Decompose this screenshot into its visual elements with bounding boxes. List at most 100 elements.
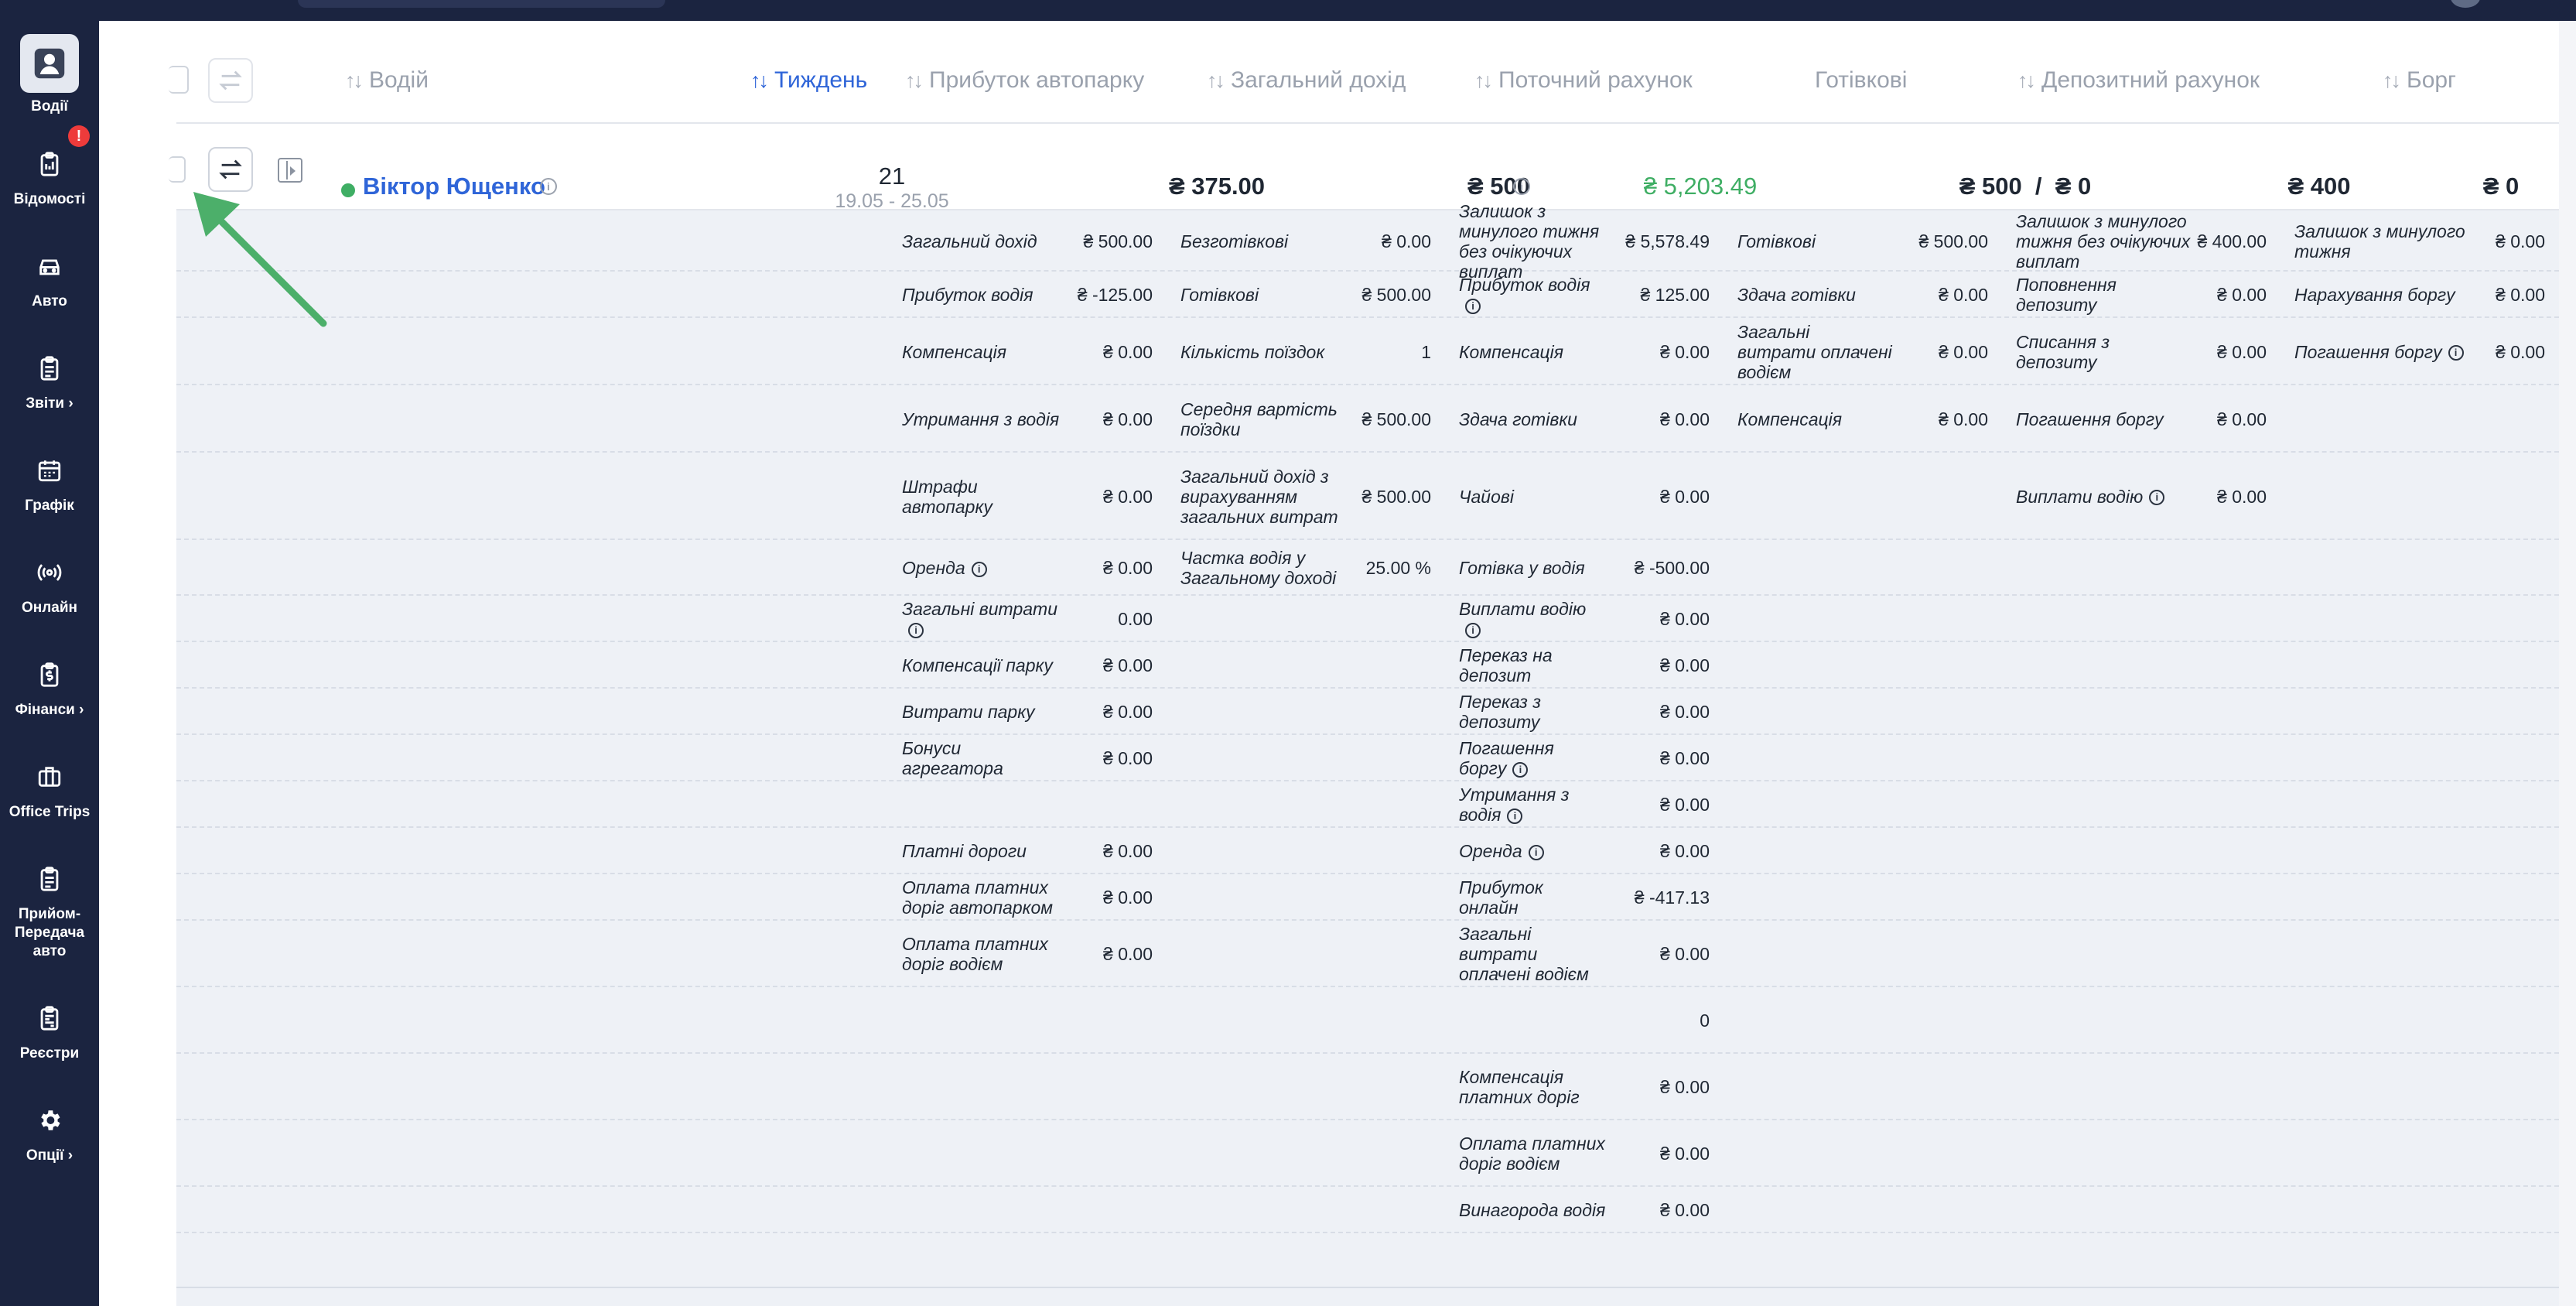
detail-value: 1 [1421, 341, 1431, 362]
column-header-debt[interactable]: ↑↓ Борг [2383, 67, 2456, 94]
swap-button-header[interactable] [208, 58, 253, 103]
scroll-edge [2559, 21, 2576, 1306]
column-header-cash: Готівкові [1815, 67, 1908, 93]
detail-label: Бонуси агрегатора [902, 738, 1003, 778]
sidebar-item-label: Прийом-Передача авто [14, 906, 85, 959]
sidebar-item-label: Office Trips [9, 804, 91, 820]
info-icon[interactable]: i [1513, 178, 1530, 195]
current-account-value: ₴ 5,203.49 [1643, 173, 1758, 200]
finance-icon [34, 659, 65, 690]
detail-label: Готівкові [1180, 285, 1259, 305]
detail-value: ₴ 0.00 [1103, 655, 1153, 675]
sort-icon: ↑↓ [750, 68, 769, 92]
detail-label: Винагорода водія [1459, 1200, 1606, 1220]
sidebar-item-options[interactable]: Опції › [0, 1105, 99, 1165]
column-header-total-income[interactable]: ↑↓ Загальний дохід [1207, 67, 1406, 94]
sidebar-item-drivers[interactable]: Водії [0, 34, 99, 116]
detail-value: ₴ 0.00 [1103, 944, 1153, 964]
deposit-account-value: ₴ 400 [2287, 173, 2351, 200]
detail-value: ₴ 0.00 [1660, 609, 1710, 629]
detail-row [176, 828, 2559, 874]
detail-label: Витрати парку [902, 702, 1035, 722]
search-bar[interactable] [298, 0, 665, 8]
info-icon[interactable]: i [1512, 761, 1529, 778]
sort-icon: ↑↓ [345, 68, 364, 92]
detail-label: Платні дороги [902, 841, 1027, 861]
briefcase-icon [34, 761, 65, 792]
sidebar-item-handover[interactable]: Прийом-Передача авто [0, 863, 99, 961]
detail-row [176, 735, 2559, 781]
broadcast-icon [34, 557, 65, 588]
detail-row [176, 987, 2559, 1054]
sort-icon: ↑↓ [905, 68, 924, 92]
sidebar-item-schedule[interactable]: Графік [0, 455, 99, 515]
detail-label: Чайові [1459, 486, 1514, 507]
detail-value: ₴ 5,578.49 [1625, 231, 1710, 251]
row-checkbox[interactable] [169, 156, 186, 183]
total-income-value: ₴ 500 [1467, 173, 1530, 200]
debt-value: ₴ 0 [2482, 173, 2520, 200]
info-icon[interactable]: i [540, 178, 557, 195]
sidebar-item-office-trips[interactable]: Office Trips [0, 761, 99, 822]
detail-value: ₴ 500.00 [1083, 231, 1153, 251]
select-all-checkbox[interactable] [169, 66, 189, 94]
detail-row [176, 874, 2559, 921]
detail-row [176, 689, 2559, 735]
registry-icon [34, 1003, 65, 1034]
swap-icon [219, 70, 242, 91]
info-icon[interactable]: i [1528, 844, 1544, 860]
column-header-deposit-account[interactable]: ↑↓ Депозитний рахунок [2017, 67, 2260, 94]
report-icon [34, 353, 65, 384]
detail-label: Прибуток водія [902, 285, 1033, 305]
sidebar-item-online[interactable]: Онлайн [0, 557, 99, 617]
detail-value: ₴ 500.00 [1361, 285, 1431, 305]
detail-row [176, 781, 2559, 828]
detail-value: ₴ 500.00 [1918, 231, 1988, 251]
detail-value: ₴ 0.00 [1103, 341, 1153, 362]
detail-label: Здача готівки [1737, 285, 1856, 305]
detail-row [176, 642, 2559, 689]
detail-label: Оплата платних доріг автопарком [902, 877, 1054, 918]
detail-label: Оплата платних доріг водієм [902, 934, 1048, 974]
swap-icon [219, 159, 242, 179]
detail-value: ₴ 0.00 [1103, 702, 1153, 722]
detail-value: ₴ 0.00 [2217, 486, 2267, 507]
detail-value: 25.00 % [1365, 558, 1431, 578]
info-icon[interactable]: i [1465, 298, 1481, 314]
sidebar-item-registries[interactable]: Реєстри [0, 1003, 99, 1063]
sidebar-item-statements[interactable]: Відомості [0, 149, 99, 209]
cash-value: ₴ 500 / ₴ 0 [1959, 173, 2092, 200]
annotation-arrow [193, 192, 327, 327]
info-icon[interactable]: i [971, 561, 987, 577]
detail-value: ₴ 0.00 [1660, 702, 1710, 722]
user-avatar[interactable] [2451, 0, 2480, 8]
detail-value: 0.00 [1118, 609, 1153, 629]
column-header-current-account[interactable]: ↑↓ Поточний рахунок [1474, 67, 1693, 94]
detail-label: Компенсація [1737, 409, 1843, 429]
sidebar-item-finance[interactable]: Фінанси › [0, 659, 99, 720]
column-header-week[interactable]: ↑↓ Тиждень [750, 67, 867, 94]
table-row[interactable]: Віктор Ющенко i 21 19.05 - 25.05 ₴ 375.0… [169, 124, 2559, 212]
sidebar-item-cars[interactable]: Авто [0, 251, 99, 311]
column-header-fleet-profit[interactable]: ↑↓ Прибуток автопарку [905, 67, 1144, 94]
person-icon [20, 34, 79, 93]
handover-icon [34, 863, 65, 894]
detail-label: Загальний дохід з вирахуванням загальних… [1180, 466, 1338, 527]
detail-value: ₴ -125.00 [1077, 285, 1153, 305]
detail-row [176, 1120, 2559, 1187]
expand-panel-icon[interactable] [278, 158, 302, 183]
detail-label: Переказ з депозиту [1459, 692, 1541, 732]
fleet-profit-value: ₴ 375.00 [1168, 173, 1266, 200]
sort-icon: ↑↓ [2383, 68, 2401, 92]
driver-name-link[interactable]: Віктор Ющенко [363, 173, 545, 200]
detail-value: ₴ 0.00 [1660, 1144, 1710, 1164]
sidebar-item-reports[interactable]: Звіти › [0, 353, 99, 413]
column-header-driver[interactable]: ↑↓ Водій [345, 67, 429, 94]
info-icon[interactable]: i [1507, 808, 1523, 824]
info-icon[interactable]: i [908, 622, 924, 638]
info-icon[interactable]: i [1465, 622, 1481, 638]
sidebar-item-label: Онлайн [21, 600, 78, 616]
detail-label: Оренда i [902, 558, 1064, 578]
detail-value: ₴ 0.00 [2496, 285, 2545, 305]
detail-value: ₴ 500.00 [1361, 409, 1431, 429]
